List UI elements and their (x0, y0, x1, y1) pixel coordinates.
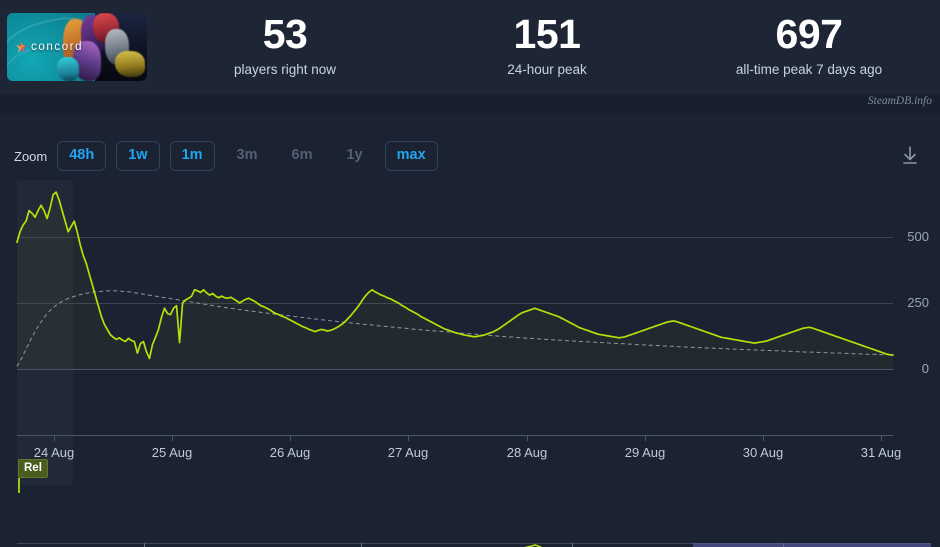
x-tick (408, 435, 409, 441)
range-button-48h[interactable]: 48h (57, 141, 107, 171)
x-axis-label-26aug: 26 Aug (269, 445, 311, 460)
range-button-1w[interactable]: 1w (116, 141, 160, 171)
stat-label: 24-hour peak (507, 62, 587, 78)
navigator-tick (783, 543, 784, 547)
stat-players-now: 53 players right now (154, 13, 416, 80)
watermark-bar (0, 94, 940, 114)
y-axis-label-250: 250 (907, 295, 929, 310)
steamdb-player-chart-page: concord 53 players right now 151 24-hour… (0, 0, 940, 547)
navigator-series (17, 543, 931, 547)
x-tick (763, 435, 764, 441)
capsule-character-7 (57, 57, 79, 81)
range-button-3m: 3m (225, 141, 270, 170)
navigator-tick (572, 543, 573, 547)
stat-value: 53 (262, 11, 308, 58)
series-plot (16, 191, 894, 369)
y-axis-label-500: 500 (907, 229, 929, 244)
chart-navigator[interactable]: 5 Aug 12 Aug 19 Aug 26 Aug (17, 529, 931, 547)
x-axis-label-28aug: 28 Aug (506, 445, 548, 460)
y-axis-label-0: 0 (921, 361, 929, 376)
zoom-label: Zoom (14, 148, 48, 164)
range-button-6m: 6m (280, 141, 325, 170)
range-button-1y: 1y (334, 141, 374, 170)
stat-all-time-peak: 697 all-time peak 7 days ago (678, 13, 940, 80)
x-axis-label-27aug: 27 Aug (387, 445, 429, 460)
x-tick (172, 435, 173, 441)
range-button-1m[interactable]: 1m (169, 141, 215, 171)
concord-star-icon (16, 41, 27, 53)
capsule-logo: concord (16, 41, 83, 53)
x-tick (290, 435, 291, 441)
x-axis-label-29aug: 29 Aug (624, 445, 666, 460)
chart-container: Zoom 48h 1w 1m 3m 6m 1y max 500 250 0 24… (0, 114, 940, 547)
capsule-character-6 (115, 51, 145, 77)
stat-label: players right now (233, 62, 337, 78)
x-tick (881, 435, 882, 441)
stat-value: 151 (513, 11, 581, 58)
stat-24h-peak: 151 24-hour peak (416, 13, 678, 80)
plot-area[interactable]: 500 250 0 24 Aug 25 Aug 26 Aug 27 Aug 28… (16, 180, 929, 485)
capsule-logo-text: concord (31, 41, 84, 53)
capsule-image[interactable]: concord (7, 13, 147, 81)
navigator-tick (361, 543, 362, 547)
range-button-max[interactable]: max (384, 141, 438, 171)
range-selector: Zoom 48h 1w 1m 3m 6m 1y max (0, 134, 940, 178)
game-capsule[interactable]: concord (0, 0, 154, 94)
x-tick (527, 435, 528, 441)
x-axis-label-30aug: 30 Aug (742, 445, 784, 460)
steamdb-watermark: SteamDB.info (867, 95, 932, 107)
navigator-tick (144, 543, 145, 547)
x-axis-label-31aug: 31 Aug (860, 445, 902, 460)
x-axis-label-25aug: 25 Aug (151, 445, 193, 460)
stats-header: concord 53 players right now 151 24-hour… (0, 0, 940, 94)
x-axis-label-24aug: 24 Aug (33, 445, 75, 460)
release-marker-label[interactable]: Rel (18, 459, 48, 479)
release-marker-stem (18, 478, 20, 493)
x-tick (54, 435, 55, 441)
stat-label: all-time peak 7 days ago (735, 62, 883, 78)
release-marker[interactable]: Rel (18, 459, 48, 493)
download-icon[interactable] (896, 142, 924, 170)
stat-value: 697 (775, 11, 843, 58)
x-tick (645, 435, 646, 441)
